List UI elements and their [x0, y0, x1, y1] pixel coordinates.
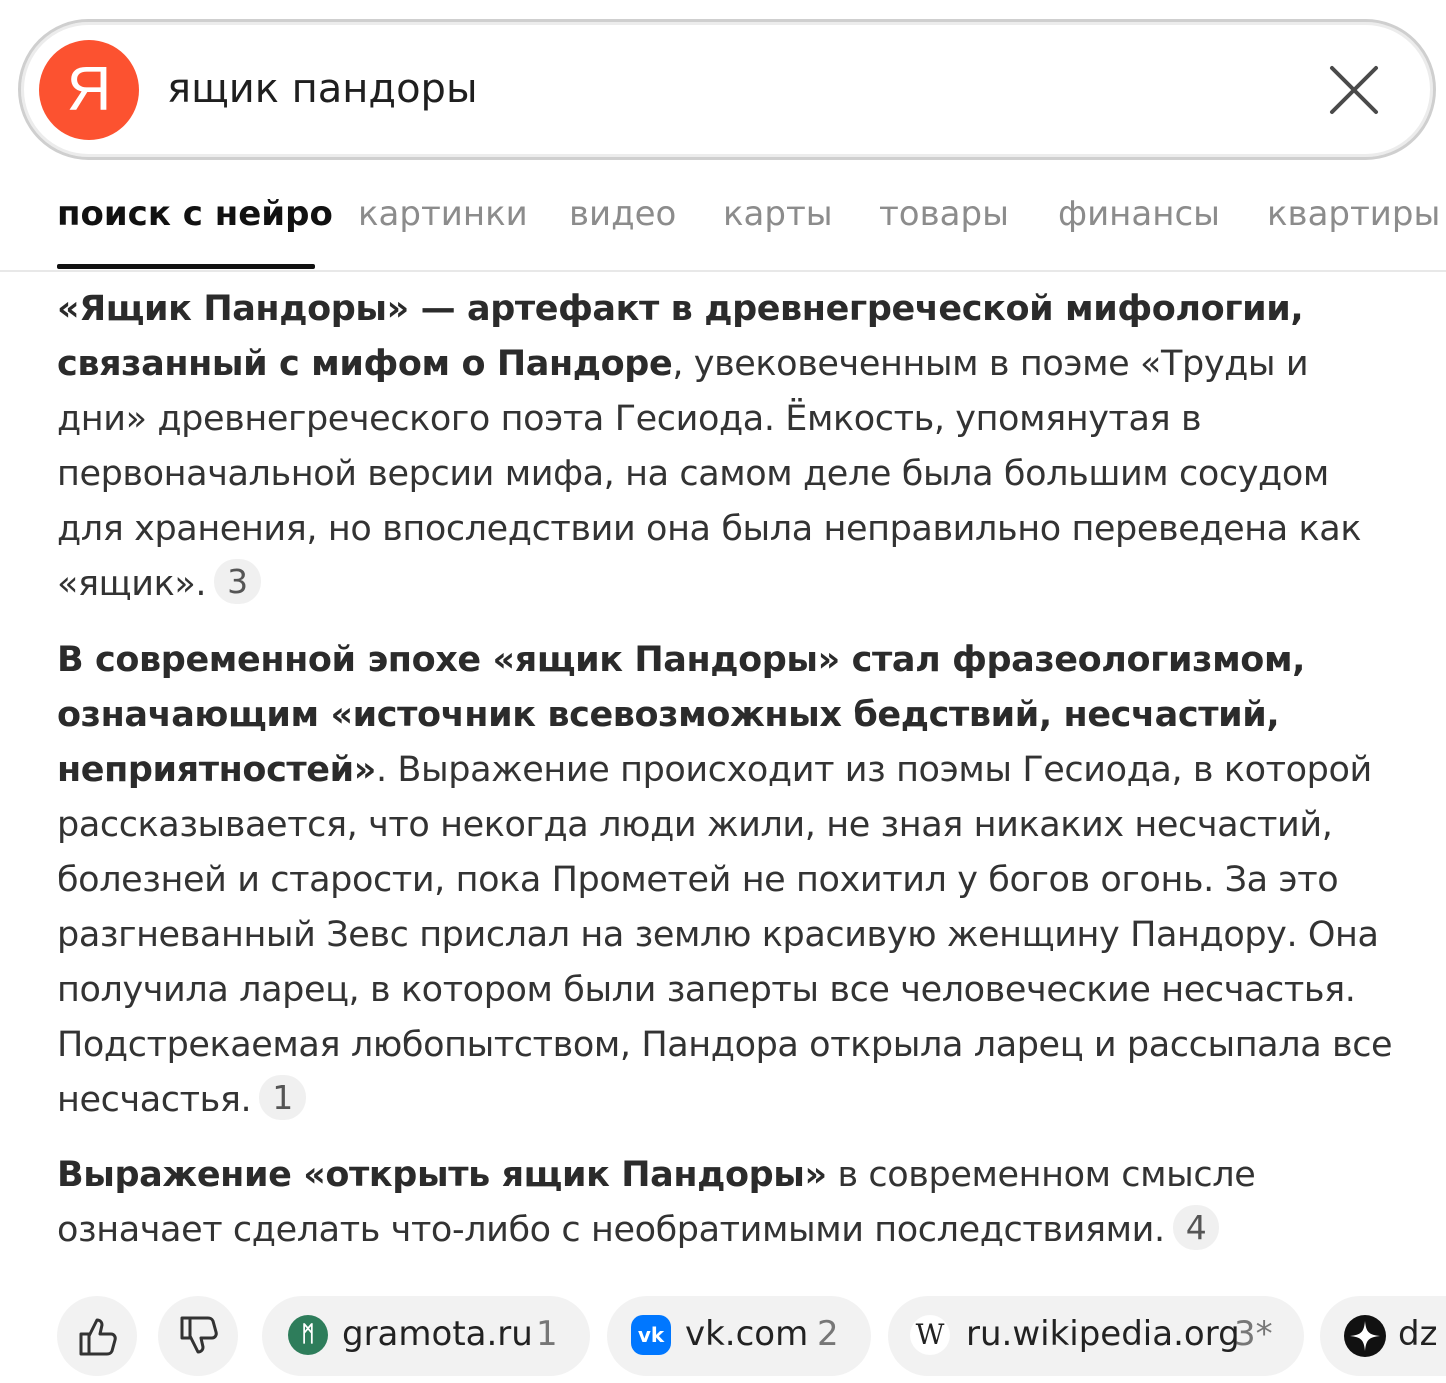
source-name: dz — [1398, 1314, 1438, 1354]
source-chip-gramota[interactable]: ᛗ gramota.ru 1 — [262, 1296, 590, 1376]
neuro-answer: «Ящик Пандоры» — артефакт в древнегречес… — [57, 282, 1397, 1258]
source-name: vk.com — [685, 1314, 809, 1354]
search-bar[interactable]: Я ящик пандоры — [18, 19, 1436, 160]
source-chip-vk[interactable]: vk vk.com 2 — [607, 1296, 871, 1376]
answer-paragraph: В современной эпохе «ящик Пандоры» стал … — [57, 633, 1397, 1128]
answer-highlight: Выражение «открыть ящик Пандоры» — [57, 1155, 827, 1195]
tab-apartments[interactable]: квартиры — [1267, 194, 1440, 234]
answer-paragraph: Выражение «открыть ящик Пандоры» в совре… — [57, 1148, 1397, 1258]
tab-video[interactable]: видео — [569, 194, 676, 234]
sources-row: ᛗ gramota.ru 1 vk vk.com 2 W ru.wikipedi… — [0, 1296, 1446, 1383]
gramota-icon: ᛗ — [288, 1315, 328, 1355]
vk-icon: vk — [631, 1315, 671, 1355]
source-ref-badge[interactable]: 1 — [259, 1075, 306, 1120]
answer-text: . Выражение происходит из поэмы Гесиода,… — [57, 750, 1393, 1120]
search-tabs: поиск с нейро картинки видео карты товар… — [0, 160, 1446, 272]
source-chip-dzen[interactable]: dz — [1320, 1296, 1446, 1376]
tab-products[interactable]: товары — [879, 194, 1009, 234]
like-button[interactable] — [57, 1296, 137, 1376]
thumbs-up-icon — [79, 1318, 117, 1356]
tab-finance[interactable]: финансы — [1058, 194, 1220, 234]
active-tab-indicator — [57, 264, 315, 269]
source-name: gramota.ru — [342, 1314, 533, 1354]
search-input[interactable]: ящик пандоры — [167, 66, 478, 112]
source-number: 1 — [536, 1314, 558, 1354]
source-ref-badge[interactable]: 3 — [214, 559, 261, 604]
source-chip-wikipedia[interactable]: W ru.wikipedia.org 3* — [888, 1296, 1304, 1376]
source-name: ru.wikipedia.org — [966, 1314, 1240, 1354]
source-ref-badge[interactable]: 4 — [1172, 1205, 1220, 1250]
tab-maps[interactable]: карты — [723, 194, 833, 234]
answer-paragraph: «Ящик Пандоры» — артефакт в древнегречес… — [57, 282, 1397, 613]
close-icon[interactable] — [1326, 62, 1382, 118]
tab-images[interactable]: картинки — [358, 194, 528, 234]
thumbs-down-icon — [180, 1316, 218, 1354]
tab-neuro-search[interactable]: поиск с нейро — [57, 194, 333, 234]
dislike-button[interactable] — [158, 1296, 238, 1376]
source-number: 3* — [1234, 1314, 1273, 1354]
yandex-logo-icon[interactable]: Я — [39, 40, 139, 140]
dzen-icon — [1344, 1315, 1386, 1357]
wikipedia-icon: W — [910, 1315, 950, 1355]
source-number: 2 — [817, 1314, 839, 1354]
